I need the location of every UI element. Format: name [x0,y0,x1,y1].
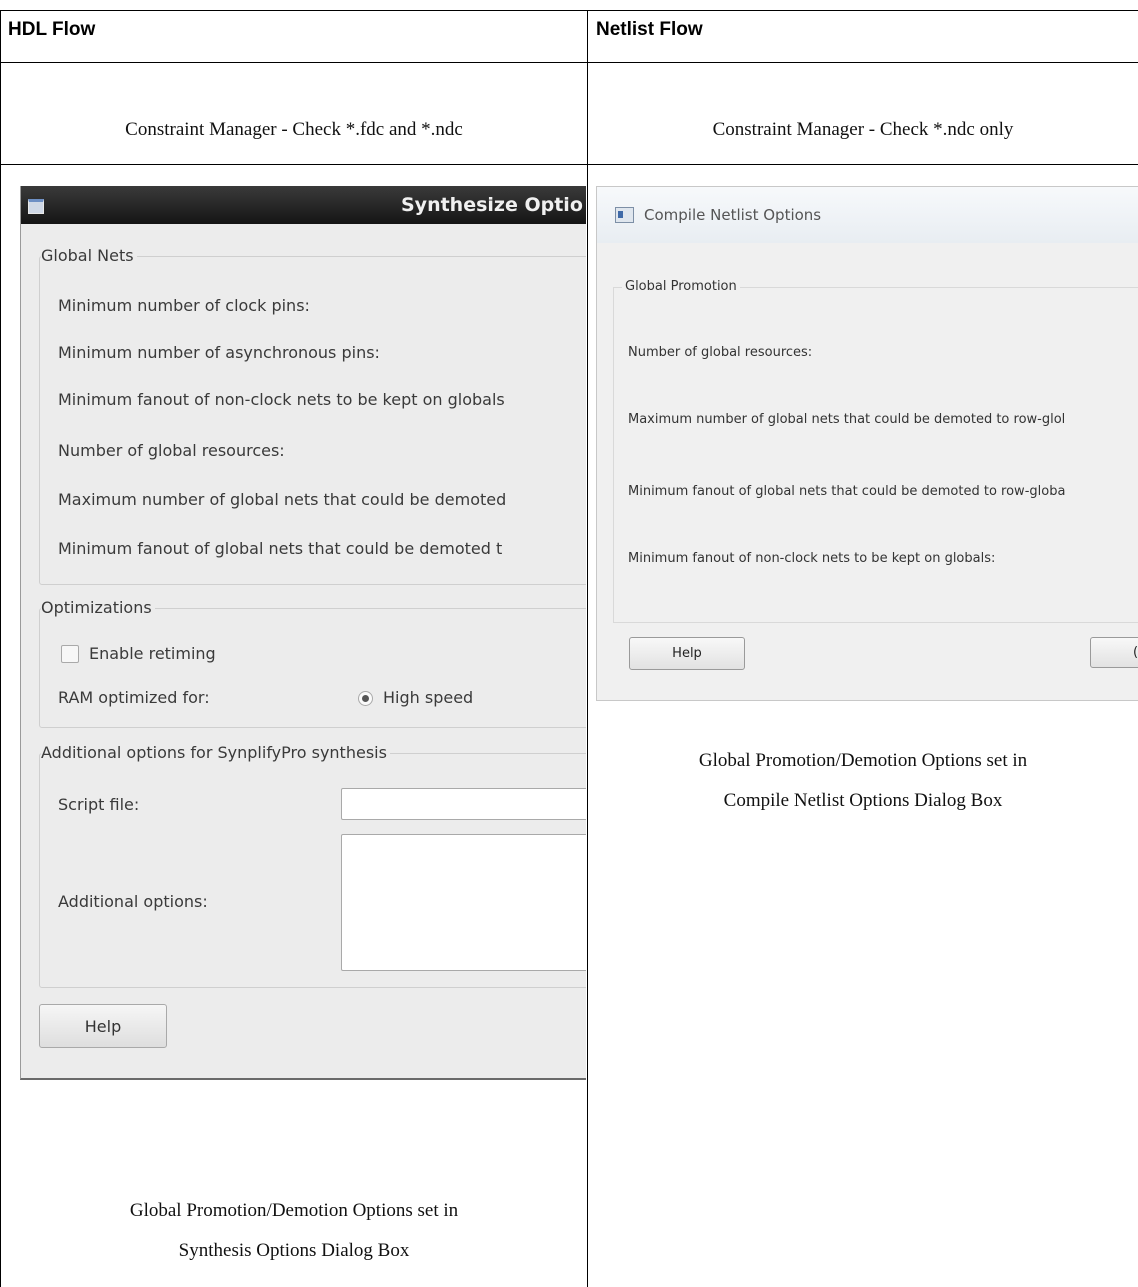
additional-options-label: Additional options: [58,892,208,911]
hdl-caption-line1: Global Promotion/Demotion Options set in [129,1200,459,1221]
window-icon [28,199,44,214]
help-button[interactable]: Help [629,637,745,670]
window-icon [615,207,634,223]
constraint-note-netlist: Constraint Manager - Check *.ndc only [712,119,1014,140]
high-speed-radio[interactable] [358,691,373,706]
min-fanout-nonclock-label: Minimum fanout of non-clock nets to be k… [58,390,505,409]
min-async-pins-label: Minimum number of asynchronous pins: [58,343,380,362]
header-netlist-flow: Netlist Flow [596,19,703,40]
enable-retiming-label: Enable retiming [89,644,216,663]
dialog-title-bar[interactable]: Synthesize Optio [21,186,586,224]
max-demoted-nets-label: Maximum number of global nets that could… [628,412,1066,427]
global-promotion-legend: Global Promotion [622,279,740,294]
optimizations-legend: Optimizations [41,598,155,617]
min-fanout-demoted-label: Minimum fanout of global nets that could… [628,484,1066,499]
min-fanout-nonclock-label: Minimum fanout of non-clock nets to be k… [628,551,996,566]
num-global-resources-label: Number of global resources: [628,345,813,360]
additional-options-textarea[interactable] [341,834,586,971]
compile-netlist-options-dialog: Compile Netlist Options Global Promotion… [596,186,1138,701]
high-speed-label: High speed [383,688,474,707]
netlist-caption-line2: Compile Netlist Options Dialog Box [723,790,1003,811]
ok-button[interactable]: ( [1090,637,1138,668]
dialog-title-bar[interactable]: Compile Netlist Options [597,187,1138,243]
hdl-caption-line2: Synthesis Options Dialog Box [178,1240,410,1261]
help-button[interactable]: Help [39,1004,167,1048]
global-nets-legend: Global Nets [41,246,137,265]
additional-options-legend: Additional options for SynplifyPro synth… [41,743,390,762]
num-global-resources-label: Number of global resources: [58,441,285,460]
dialog-title: Synthesize Optio [401,194,583,216]
dialog-title: Compile Netlist Options [644,206,822,224]
netlist-caption-line1: Global Promotion/Demotion Options set in [698,750,1028,771]
constraint-note-hdl: Constraint Manager - Check *.fdc and *.n… [125,119,463,140]
min-clock-pins-label: Minimum number of clock pins: [58,296,310,315]
enable-retiming-checkbox[interactable] [61,645,79,663]
optimizations-group [39,608,586,728]
script-file-input[interactable] [341,788,586,820]
max-demoted-nets-label: Maximum number of global nets that could… [58,490,507,509]
script-file-label: Script file: [58,795,140,814]
ram-optimized-label: RAM optimized for: [58,688,210,707]
synthesize-options-dialog: Synthesize Optio Global Nets Minimum num… [20,186,586,1080]
header-hdl-flow: HDL Flow [8,19,96,40]
global-promotion-group [613,287,1138,623]
min-fanout-demoted-label: Minimum fanout of global nets that could… [58,539,503,558]
